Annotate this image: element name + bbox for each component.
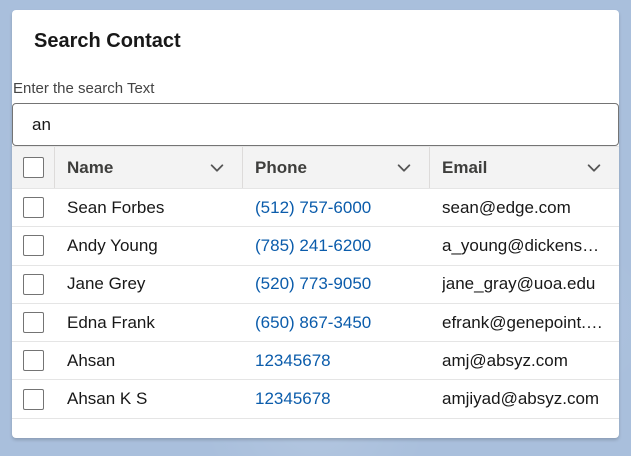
cell-phone-link[interactable]: (650) 867-3450 [243,304,430,341]
select-all-checkbox[interactable] [22,157,44,178]
cell-name: Edna Frank [67,312,155,332]
row-checkbox[interactable] [23,350,44,372]
table-row: Andy Young (785) 241-6200 a_young@dicken… [12,227,619,266]
table-row: Jane Grey (520) 773-9050 jane_gray@uoa.e… [12,266,619,304]
cell-email: jane_gray@uoa.edu [430,266,619,303]
cell-email: sean@edge.com [430,189,619,226]
table-header: Name Phone Email [12,146,619,189]
search-label: Enter the search Text [13,80,155,97]
cell-email: efrank@genepoint.com [430,304,619,341]
cell-email-text: amjiyad@absyz.com [442,389,600,409]
chevron-down-icon[interactable] [585,159,603,177]
row-checkbox[interactable] [23,273,44,295]
cell-phone-link[interactable]: (512) 757-6000 [243,189,430,226]
cell-name: Andy Young [67,235,158,255]
search-input[interactable] [12,103,619,146]
search-contact-card: Search Contact Enter the search Text Nam… [12,10,619,438]
cell-phone-link[interactable]: (520) 773-9050 [243,266,430,303]
row-checkbox[interactable] [23,312,44,334]
cell-name: Sean Forbes [67,197,165,217]
cell-email-text: amj@absyz.com [442,350,568,370]
select-all-cell [12,147,55,188]
row-select-cell [12,189,55,226]
row-select-cell [12,342,55,379]
table-row: Ahsan K S 12345678 amjiyad@absyz.com [12,380,619,419]
row-select-cell [12,227,55,264]
cell-name: Ahsan K S [67,389,148,409]
row-select-cell [12,304,55,341]
cell-email-text: sean@edge.com [442,197,571,217]
cell-name: Ahsan [67,350,116,370]
table-row: Edna Frank (650) 867-3450 efrank@genepoi… [12,304,619,343]
column-header-email[interactable]: Email [430,147,619,188]
column-header-label: Name [67,157,114,177]
cell-phone-link[interactable]: 12345678 [243,380,430,417]
column-header-label: Phone [255,157,307,177]
column-header-phone[interactable]: Phone [243,147,430,188]
card-title: Search Contact [34,30,181,52]
cell-email-text: a_young@dickenson.com [442,235,607,255]
contacts-table: Name Phone Email Sean Forbes (512) 757-6… [12,146,619,419]
chevron-down-icon[interactable] [208,159,226,177]
cell-email-text: efrank@genepoint.com [442,312,607,332]
cell-email: a_young@dickenson.com [430,227,619,264]
column-header-label: Email [442,157,488,177]
row-checkbox[interactable] [23,388,44,410]
cell-email: amj@absyz.com [430,342,619,379]
cell-name: Jane Grey [67,274,146,294]
table-row: Ahsan 12345678 amj@absyz.com [12,342,619,381]
row-select-cell [12,266,55,303]
cell-email-text: jane_gray@uoa.edu [442,274,596,294]
table-row: Sean Forbes (512) 757-6000 sean@edge.com [12,189,619,228]
row-select-cell [12,380,55,417]
column-header-name[interactable]: Name [55,147,243,188]
cell-phone-link[interactable]: (785) 241-6200 [243,227,430,264]
row-checkbox[interactable] [23,197,44,219]
cell-phone-link[interactable]: 12345678 [243,342,430,379]
row-checkbox[interactable] [23,235,44,257]
cell-email: amjiyad@absyz.com [430,380,619,417]
chevron-down-icon[interactable] [395,159,413,177]
